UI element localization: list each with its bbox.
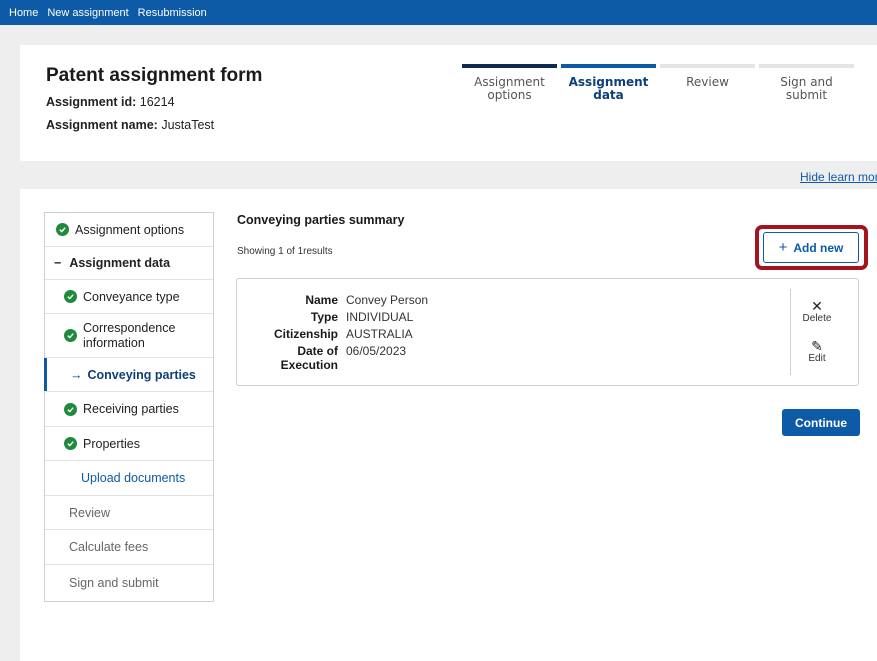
step-assignment-options: Assignment options bbox=[462, 64, 557, 102]
step-sign-and-submit: Sign and submit bbox=[759, 64, 854, 102]
close-icon: ✕ bbox=[811, 298, 823, 314]
field-label: Type bbox=[310, 310, 338, 324]
nav-home-link[interactable]: Home bbox=[9, 7, 38, 19]
sidebar-item-receiving-parties[interactable]: Receiving parties bbox=[45, 392, 213, 427]
header-card: Patent assignment form Assignment id: 16… bbox=[20, 45, 877, 161]
check-circle-icon bbox=[64, 329, 77, 342]
sidebar-item-label: Upload documents bbox=[81, 471, 186, 485]
sidebar-item-assignment-options[interactable]: Assignment options bbox=[45, 213, 213, 247]
field-label: Citizenship bbox=[273, 327, 338, 341]
hide-learn-more-link[interactable]: Hide learn mor bbox=[800, 170, 877, 184]
step-label: Sign and submit bbox=[780, 75, 833, 102]
delete-button[interactable]: ✕ Delete bbox=[792, 299, 842, 324]
sidebar-group-assignment-data[interactable]: − Assignment data bbox=[45, 247, 213, 280]
step-label: Assignment options bbox=[474, 75, 545, 102]
side-navigation: Assignment options − Assignment data Con… bbox=[44, 212, 214, 602]
party-date-of-execution-row: Date of Execution 06/05/2023 bbox=[237, 344, 407, 372]
results-count: Showing 1 of 1results bbox=[237, 246, 333, 257]
party-name-row: Name Convey Person bbox=[237, 293, 428, 309]
party-citizenship-row: Citizenship AUSTRALIA bbox=[237, 327, 413, 343]
plus-icon: + bbox=[778, 239, 788, 256]
check-circle-icon bbox=[64, 437, 77, 450]
field-value: 06/05/2023 bbox=[346, 344, 407, 358]
sidebar-item-label: Assignment data bbox=[69, 256, 171, 270]
sidebar-item-conveyance-type[interactable]: Conveyance type bbox=[45, 280, 213, 314]
sidebar-item-review[interactable]: Review bbox=[45, 496, 213, 530]
sidebar-item-label: Sign and submit bbox=[69, 576, 159, 590]
step-bar bbox=[561, 64, 656, 68]
sidebar-item-label: Calculate fees bbox=[69, 540, 149, 554]
add-new-label: Add new bbox=[793, 240, 844, 255]
step-assignment-data: Assignment data bbox=[561, 64, 656, 102]
nav-new-assignment-link[interactable]: New assignment bbox=[47, 7, 128, 19]
assignment-id-label: Assignment id: bbox=[46, 95, 137, 109]
assignment-name-value: JustaTest bbox=[161, 118, 215, 132]
step-review: Review bbox=[660, 64, 755, 89]
delete-label: Delete bbox=[802, 313, 832, 324]
assignment-id: Assignment id: 16214 bbox=[46, 95, 175, 109]
field-value: Convey Person bbox=[346, 293, 429, 307]
top-nav-bar: Home New assignment Resubmission bbox=[0, 0, 877, 25]
assignment-name-label: Assignment name: bbox=[46, 118, 158, 132]
sidebar-item-calculate-fees[interactable]: Calculate fees bbox=[45, 530, 213, 565]
sidebar-item-label: Properties bbox=[83, 436, 140, 451]
edit-button[interactable]: ✎ Edit bbox=[792, 339, 842, 364]
sidebar-item-conveying-parties[interactable]: → Conveying parties bbox=[44, 358, 213, 392]
check-circle-icon bbox=[64, 402, 77, 416]
sidebar-item-label: Review bbox=[69, 505, 110, 520]
add-new-button[interactable]: + Add new bbox=[763, 232, 859, 263]
sidebar-item-label: Assignment options bbox=[75, 222, 185, 237]
arrow-right-icon: → bbox=[70, 367, 83, 382]
continue-button[interactable]: Continue bbox=[782, 409, 860, 436]
party-type-row: Type INDIVIDUAL bbox=[237, 310, 413, 326]
step-bar bbox=[462, 64, 557, 68]
actions-divider bbox=[790, 289, 791, 375]
minus-icon: − bbox=[54, 256, 62, 270]
check-circle-icon bbox=[64, 290, 77, 303]
page-title: Patent assignment form bbox=[46, 65, 263, 86]
progress-stepper: Assignment options Assignment data Revie… bbox=[462, 64, 862, 114]
section-title: Conveying parties summary bbox=[237, 213, 405, 227]
field-label: Name bbox=[305, 293, 338, 307]
step-label: Review bbox=[686, 75, 729, 89]
field-value: AUSTRALIA bbox=[346, 327, 413, 341]
nav-resubmission-link[interactable]: Resubmission bbox=[138, 7, 207, 19]
field-value: INDIVIDUAL bbox=[346, 310, 414, 324]
sidebar-item-label: Conveying parties bbox=[87, 367, 196, 382]
sidebar-item-label: Correspondence information bbox=[83, 320, 176, 350]
step-label: Assignment data bbox=[568, 75, 649, 102]
pencil-icon: ✎ bbox=[811, 338, 823, 354]
sidebar-item-sign-and-submit[interactable]: Sign and submit bbox=[45, 565, 213, 601]
step-bar bbox=[759, 64, 854, 68]
field-label: Date of Execution bbox=[280, 344, 338, 372]
edit-label: Edit bbox=[808, 353, 826, 364]
sidebar-item-label: Conveyance type bbox=[83, 289, 180, 304]
sidebar-item-properties[interactable]: Properties bbox=[45, 427, 213, 461]
main-card: Assignment options − Assignment data Con… bbox=[20, 189, 877, 661]
assignment-id-value: 16214 bbox=[139, 95, 175, 109]
check-circle-icon bbox=[56, 223, 69, 236]
conveying-party-card: Name Convey Person Type INDIVIDUAL Citiz… bbox=[236, 278, 859, 386]
sidebar-item-correspondence-information[interactable]: Correspondence information bbox=[45, 314, 213, 358]
sidebar-item-upload-documents[interactable]: Upload documents bbox=[45, 461, 213, 496]
step-bar bbox=[660, 64, 755, 68]
sidebar-item-label: Receiving parties bbox=[83, 402, 179, 416]
assignment-name: Assignment name: JustaTest bbox=[46, 118, 214, 132]
